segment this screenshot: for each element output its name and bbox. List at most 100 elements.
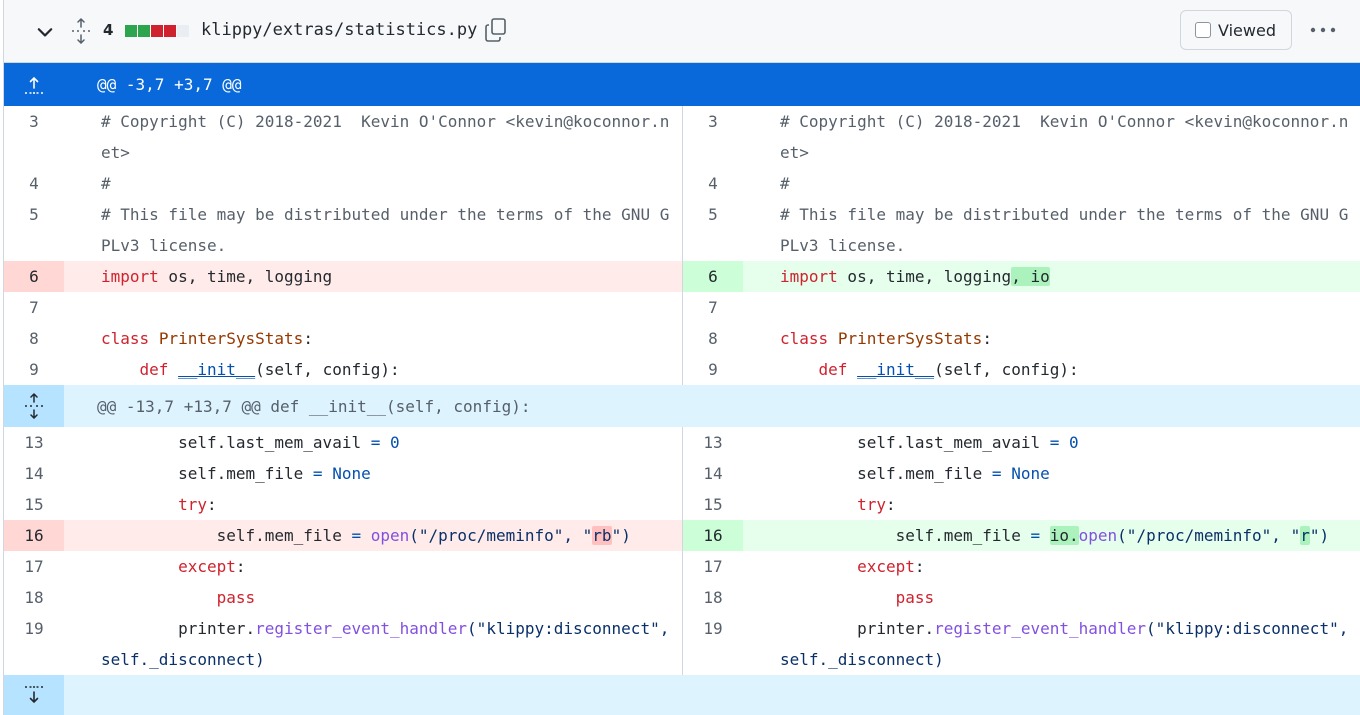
expand-all-icon[interactable]	[70, 18, 92, 44]
line-number[interactable]: 5	[683, 199, 743, 261]
expander-row	[4, 675, 1360, 715]
code-number: 0	[390, 433, 400, 452]
line-number[interactable]: 17	[4, 551, 64, 582]
code-line: try:	[64, 489, 682, 520]
deleted-line: 16 self.mem_file = open("/proc/meminfo",…	[4, 520, 683, 551]
line-number[interactable]: 4	[4, 168, 64, 199]
code-keyword: def	[139, 360, 169, 379]
diffstat-block	[125, 25, 137, 37]
added-highlight: io.	[1049, 526, 1079, 545]
line-number[interactable]: 16	[4, 520, 64, 551]
line-number[interactable]: 18	[683, 582, 743, 613]
line-number[interactable]: 6	[683, 261, 743, 292]
diffstat	[125, 25, 189, 37]
chevron-down-icon[interactable]	[34, 21, 56, 43]
line-number[interactable]: 13	[683, 427, 743, 458]
expand-down-button[interactable]	[4, 675, 64, 715]
diff-row: 15 try: 15 try:	[4, 489, 1360, 520]
line-number[interactable]: 14	[683, 458, 743, 489]
code-operator: =	[303, 464, 333, 483]
diff-file: 4 klippy/extras/statistics.py Viewed @@ …	[3, 0, 1360, 715]
code-builtin: open	[370, 526, 410, 545]
line-number[interactable]: 14	[4, 458, 64, 489]
line-number[interactable]: 13	[4, 427, 64, 458]
code-line: def __init__(self, config):	[64, 354, 682, 385]
line-number[interactable]: 9	[683, 354, 743, 385]
code-method: register_event_handler	[934, 619, 1147, 638]
line-number[interactable]: 18	[4, 582, 64, 613]
added-line: 6 import os, time, logging, io	[683, 261, 1360, 292]
code-line: # This file may be distributed under the…	[101, 205, 670, 255]
expand-up-button[interactable]	[4, 63, 64, 106]
line-number[interactable]: 3	[683, 106, 743, 168]
line-number[interactable]: 16	[683, 520, 743, 551]
code-string: ")	[1309, 526, 1330, 545]
code-line: printer.register_event_handler("klippy:d…	[743, 613, 1360, 675]
added-line: 16 self.mem_file = io.open("/proc/meminf…	[683, 520, 1360, 551]
file-name-link[interactable]: klippy/extras/statistics.py	[201, 20, 477, 40]
copy-icon[interactable]	[484, 17, 508, 43]
code-line: except:	[743, 551, 1360, 582]
code-string: ("/proc/meminfo", "	[409, 526, 593, 545]
code-method: register_event_handler	[255, 619, 468, 638]
code-text: (self, config):	[255, 360, 400, 379]
diffstat-block	[164, 25, 176, 37]
hunk-header: @@ -3,7 +3,7 @@	[4, 63, 1360, 106]
code-text: printer.	[857, 619, 935, 638]
line-number[interactable]: 17	[683, 551, 743, 582]
code-text: self.mem_file	[857, 464, 983, 483]
code-string: ("/proc/meminfo", "	[1117, 526, 1301, 545]
line-number[interactable]: 7	[4, 292, 64, 323]
code-line: # Copyright (C) 2018-2021 Kevin O'Connor…	[101, 112, 670, 162]
line-number[interactable]: 8	[4, 323, 64, 354]
code-keyword: import	[101, 267, 159, 286]
code-text: :	[206, 495, 217, 514]
code-keyword: try	[857, 495, 886, 514]
viewed-checkbox[interactable]	[1195, 22, 1211, 38]
expand-icon	[25, 393, 43, 419]
code-text: :	[235, 557, 246, 576]
line-number[interactable]: 7	[683, 292, 743, 323]
line-number[interactable]: 9	[4, 354, 64, 385]
code-string: ")	[611, 526, 631, 545]
line-number[interactable]: 19	[683, 613, 743, 675]
line-number[interactable]: 8	[683, 323, 743, 354]
kebab-menu-icon[interactable]	[1308, 20, 1338, 40]
code-line: pass	[743, 582, 1360, 613]
code-text: :	[885, 495, 896, 514]
code-line: self.mem_file = None	[64, 458, 682, 489]
code-keyword: pass	[216, 588, 256, 607]
line-number[interactable]: 15	[4, 489, 64, 520]
code-keyword: import	[780, 267, 838, 286]
code-function-name: __init__	[178, 360, 256, 379]
diff-row: 5 # This file may be distributed under th…	[4, 199, 1360, 261]
line-number[interactable]: 5	[4, 199, 64, 261]
line-number[interactable]: 4	[683, 168, 743, 199]
diff-row: 17 except: 17 except:	[4, 551, 1360, 582]
line-number[interactable]: 19	[4, 613, 64, 675]
code-text: :	[303, 329, 313, 348]
line-number[interactable]: 15	[683, 489, 743, 520]
code-class-name: PrinterSysStats	[158, 329, 304, 348]
diffstat-block	[138, 25, 150, 37]
code-line: def __init__(self, config):	[743, 354, 1360, 385]
diff-row: 14 self.mem_file = None 14 self.mem_file…	[4, 458, 1360, 489]
code-builtin: open	[1078, 526, 1118, 545]
diffstat-block	[151, 25, 163, 37]
expand-between-button[interactable]	[4, 385, 64, 427]
diff-row: 18 pass 18 pass	[4, 582, 1360, 613]
line-number[interactable]: 6	[4, 261, 64, 292]
viewed-button[interactable]: Viewed	[1180, 10, 1292, 50]
code-text: printer.	[178, 619, 256, 638]
line-number[interactable]: 3	[4, 106, 64, 168]
code-text: :	[914, 557, 925, 576]
code-text: os, time, logging	[837, 267, 1012, 286]
